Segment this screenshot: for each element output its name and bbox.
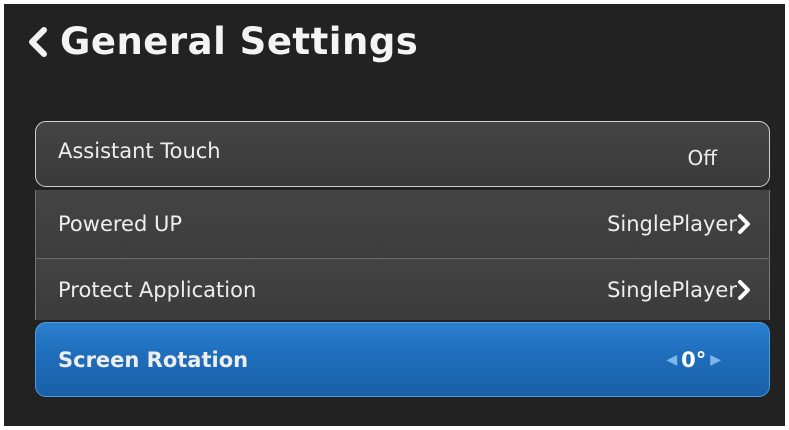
setting-value: SinglePlayer (607, 277, 737, 302)
chevron-right-icon (737, 279, 751, 301)
rotation-selector: ◀ 0° ▶ (666, 348, 721, 372)
header: General Settings (26, 20, 418, 63)
setting-label: Powered UP (58, 212, 182, 236)
chevron-left-icon (26, 26, 50, 58)
setting-protect-application[interactable]: Protect Application SinglePlayer (35, 258, 770, 320)
setting-powered-up[interactable]: Powered UP SinglePlayer (35, 190, 770, 258)
settings-screen: General Settings Assistant Touch Off Pow… (4, 4, 785, 426)
back-button[interactable] (26, 26, 50, 58)
setting-value-group: SinglePlayer (607, 212, 751, 236)
arrow-right-icon[interactable]: ▶ (710, 352, 721, 368)
setting-value: 0° (681, 347, 707, 372)
setting-label: Screen Rotation (58, 347, 249, 372)
setting-value-group: SinglePlayer (607, 278, 751, 302)
setting-value: Off (687, 146, 717, 170)
setting-value: SinglePlayer (607, 212, 737, 236)
chevron-right-icon (737, 213, 751, 235)
setting-assistant-touch[interactable]: Assistant Touch Off (35, 121, 770, 187)
setting-screen-rotation[interactable]: Screen Rotation ◀ 0° ▶ (35, 322, 770, 397)
setting-label: Assistant Touch (58, 139, 221, 163)
setting-label: Protect Application (58, 277, 257, 302)
page-title: General Settings (60, 20, 419, 63)
arrow-left-icon[interactable]: ◀ (666, 352, 677, 368)
